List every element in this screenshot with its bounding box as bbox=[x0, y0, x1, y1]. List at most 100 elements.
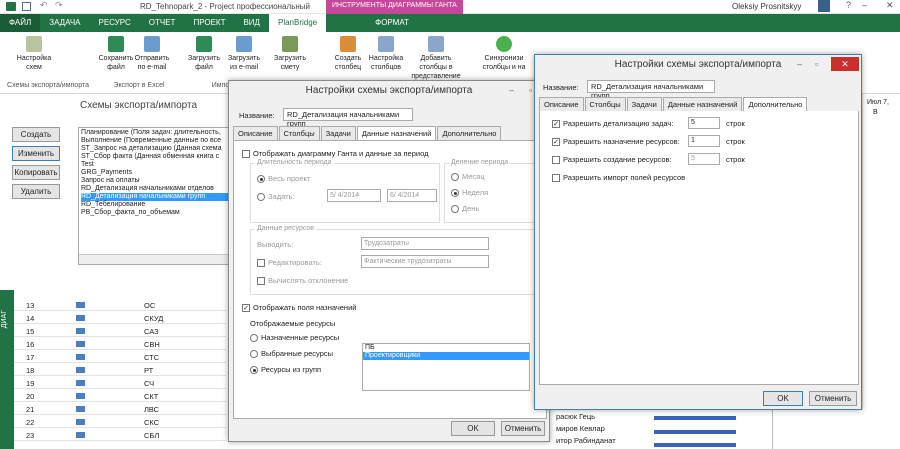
gantt-bar[interactable] bbox=[654, 430, 736, 434]
load-estimate-button[interactable]: Загрузить смету bbox=[270, 36, 310, 72]
table-row[interactable]: 14 СКУД bbox=[14, 313, 226, 324]
resource-assign-rows-input[interactable]: 1 bbox=[688, 135, 720, 147]
whole-project-radio[interactable]: Весь проект bbox=[257, 174, 310, 184]
ok-button[interactable]: OK bbox=[763, 391, 803, 406]
save-icon[interactable] bbox=[22, 2, 31, 11]
add-columns-button[interactable]: Добавить столбцы в представление bbox=[408, 36, 464, 81]
gantt-bar[interactable] bbox=[654, 416, 736, 420]
checkbox[interactable] bbox=[552, 174, 560, 183]
scheme-list-item[interactable]: Запрос на оплаты bbox=[81, 177, 229, 185]
table-row[interactable]: 15 САЗ bbox=[14, 326, 226, 337]
radio[interactable] bbox=[250, 350, 258, 359]
tab-project[interactable]: ПРОЕКТ bbox=[184, 14, 234, 32]
create-button[interactable]: Создать bbox=[12, 127, 60, 142]
tab-description[interactable]: Описание bbox=[233, 126, 278, 140]
horizontal-scrollbar[interactable] bbox=[79, 254, 231, 264]
tab-view[interactable]: ВИД bbox=[234, 14, 269, 32]
week-radio[interactable]: Неделя bbox=[451, 188, 488, 198]
tab-description[interactable]: Описание bbox=[539, 97, 584, 111]
date-from-input[interactable]: 5/ 4/2014 bbox=[327, 189, 381, 202]
table-row[interactable]: 20 СКТ bbox=[14, 391, 226, 402]
scheme-list-item[interactable]: ST_Запрос на детализацию (Данная схема bbox=[81, 145, 229, 153]
tab-columns[interactable]: Столбцы bbox=[278, 126, 320, 140]
name-input[interactable]: RD_Детализация начальниками групп bbox=[587, 80, 715, 100]
groups-list[interactable]: ПБ Проектировщики bbox=[362, 343, 530, 391]
send-email-button[interactable]: Отправить по e-mail bbox=[132, 36, 172, 72]
tab-tasks[interactable]: Задачи bbox=[320, 126, 356, 140]
avatar[interactable] bbox=[818, 0, 830, 12]
radio[interactable] bbox=[257, 193, 265, 202]
table-row[interactable]: 22 СКС bbox=[14, 417, 226, 428]
close-icon[interactable]: ✕ bbox=[831, 57, 859, 71]
group-resources-radio[interactable]: Ресурсы из групп bbox=[250, 365, 321, 375]
gantt-bar[interactable] bbox=[654, 443, 736, 447]
radio[interactable] bbox=[250, 334, 258, 343]
tab-tasks[interactable]: Задачи bbox=[626, 97, 662, 111]
scheme-list-item[interactable]: Планирование (Поля задач: длительность, bbox=[81, 129, 229, 137]
selected-resources-radio[interactable]: Выбранные ресурсы bbox=[250, 349, 333, 359]
tab-assignment-data[interactable]: Данные назначений bbox=[356, 126, 437, 140]
radio[interactable] bbox=[250, 366, 258, 375]
minimize-icon[interactable]: – bbox=[797, 59, 802, 69]
user-name[interactable]: Oleksiy Prosnitskyy bbox=[732, 2, 801, 11]
checkbox[interactable]: ✓ bbox=[242, 304, 250, 313]
configure-schemes-button[interactable]: Настройка схем bbox=[14, 36, 54, 72]
tab-file[interactable]: ФАЙЛ bbox=[0, 14, 41, 32]
date-to-input[interactable]: 6/ 4/2014 bbox=[387, 189, 437, 202]
show-assignment-fields-option[interactable]: ✓ Отображать поля назначений bbox=[242, 303, 356, 313]
redo-icon[interactable]: ↷ bbox=[55, 0, 63, 11]
table-row[interactable]: 17 СТС bbox=[14, 352, 226, 363]
maximize-icon[interactable]: ▫ bbox=[815, 59, 818, 69]
allow-resource-fields-import-option[interactable]: Разрешить импорт полей ресурсов bbox=[552, 173, 685, 183]
month-radio[interactable]: Месяц bbox=[451, 172, 485, 182]
help-icon[interactable]: ? bbox=[846, 0, 851, 10]
resource-create-rows-input[interactable]: 5 bbox=[688, 153, 720, 165]
minimize-icon[interactable]: – bbox=[862, 0, 867, 10]
delete-button[interactable]: Удалить bbox=[12, 184, 60, 199]
checkbox[interactable] bbox=[242, 150, 250, 159]
scheme-list-item[interactable]: Test bbox=[81, 161, 229, 169]
tab-resource[interactable]: РЕСУРС bbox=[89, 14, 139, 32]
table-row[interactable]: 19 СЧ bbox=[14, 378, 226, 389]
tab-advanced[interactable]: Дополнительно bbox=[743, 97, 808, 111]
scheme-list-item[interactable]: ST_Сбор факта (Данная обменная книга с bbox=[81, 153, 229, 161]
undo-icon[interactable]: ↶ bbox=[40, 0, 48, 11]
checkbox[interactable] bbox=[552, 156, 560, 165]
set-period-radio[interactable]: Задать: bbox=[257, 192, 295, 202]
scheme-list-item[interactable]: PB_Сбор_факта_по_объемам bbox=[81, 209, 229, 217]
maximize-icon[interactable]: ▫ bbox=[529, 85, 532, 95]
tab-task[interactable]: ЗАДАЧА bbox=[40, 14, 89, 32]
allow-resource-create-option[interactable]: Разрешить создание ресурсов: bbox=[552, 155, 672, 165]
table-row[interactable]: 18 РТ bbox=[14, 365, 226, 376]
checkbox[interactable] bbox=[257, 277, 265, 286]
scheme-list-item[interactable]: RD_Детализация начальниками групп bbox=[81, 193, 229, 201]
table-row[interactable]: 16 СВН bbox=[14, 339, 226, 350]
task-detail-rows-input[interactable]: 5 bbox=[688, 117, 720, 129]
show-gantt-option[interactable]: Отображать диаграмму Ганта и данные за п… bbox=[242, 149, 428, 159]
create-column-button[interactable]: Создать столбец bbox=[328, 36, 368, 72]
tab-format[interactable]: ФОРМАТ bbox=[366, 14, 418, 32]
allow-resource-assign-option[interactable]: ✓ Разрешить назначение ресурсов: bbox=[552, 137, 680, 147]
name-input[interactable]: RD_Детализация начальниками групп bbox=[283, 108, 413, 128]
cancel-button[interactable]: Отменить bbox=[501, 421, 545, 436]
tab-assignment-data[interactable]: Данные назначений bbox=[662, 97, 743, 111]
list-item-selected[interactable]: Проектировщики bbox=[363, 352, 529, 360]
load-file-button[interactable]: Загрузить файл bbox=[184, 36, 224, 72]
deviation-option[interactable]: Вычислять отклонение bbox=[257, 276, 348, 286]
edit-option[interactable]: Редактировать: bbox=[257, 258, 322, 268]
tab-advanced[interactable]: Дополнительно bbox=[437, 126, 502, 140]
scheme-list-item[interactable]: GRG_Payments bbox=[81, 169, 229, 177]
allow-task-detail-option[interactable]: ✓ Разрешить детализацию задач: bbox=[552, 119, 673, 129]
checkbox[interactable] bbox=[257, 259, 265, 268]
day-radio[interactable]: День bbox=[451, 204, 479, 214]
save-file-button[interactable]: Сохранить файл bbox=[96, 36, 136, 72]
table-row[interactable]: 13 ОС bbox=[14, 300, 226, 311]
checkbox[interactable]: ✓ bbox=[552, 120, 560, 129]
cancel-button[interactable]: Отменить bbox=[809, 391, 857, 406]
scheme-list-item[interactable]: RD_Тебелирование bbox=[81, 201, 229, 209]
schemes-list[interactable]: Планирование (Поля задач: длительность, В… bbox=[78, 127, 232, 265]
close-icon[interactable]: ✕ bbox=[886, 0, 894, 11]
tab-columns[interactable]: Столбцы bbox=[584, 97, 626, 111]
tab-report[interactable]: ОТЧЕТ bbox=[140, 14, 185, 32]
edit-button[interactable]: Изменить bbox=[12, 146, 60, 161]
